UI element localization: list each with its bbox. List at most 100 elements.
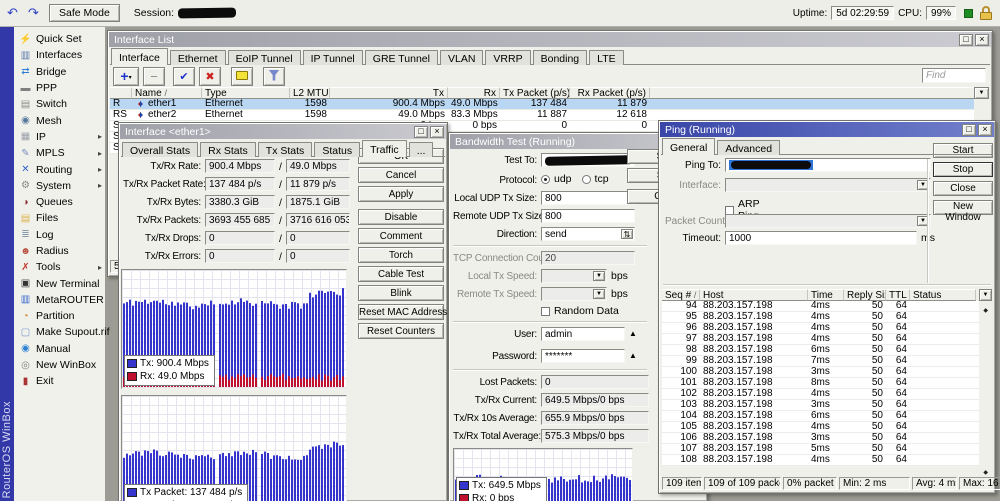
column-header-time[interactable]: Time <box>808 289 844 301</box>
ping-result-row[interactable]: 9688.203.157.1984ms5064 <box>662 323 979 334</box>
maximize-button[interactable]: □ <box>962 124 976 136</box>
direction-select[interactable]: send⇅ <box>541 227 635 241</box>
scroll-up-icon[interactable]: ◆ <box>983 307 988 314</box>
sidebar-item-log[interactable]: ≣ Log <box>14 227 105 243</box>
ether1-titlebar[interactable]: Interface <ether1> □ × <box>120 124 446 139</box>
interface-list-tab-gre-tunnel[interactable]: GRE Tunnel <box>365 50 438 65</box>
ping-result-row[interactable]: 10288.203.157.1984ms5064 <box>662 389 979 400</box>
local-tx-speed-select[interactable]: ▼ <box>541 269 607 283</box>
remote-tx-speed-select[interactable]: ▼ <box>541 287 607 301</box>
interface-list-tab-ip-tunnel[interactable]: IP Tunnel <box>303 50 363 65</box>
ether-tab-traffic[interactable]: Traffic <box>362 140 407 157</box>
sidebar-item-ppp[interactable]: ▬ PPP <box>14 80 105 96</box>
interface-list-tab-bonding[interactable]: Bonding <box>533 50 588 65</box>
ping-titlebar[interactable]: Ping (Running) □ × <box>660 122 994 137</box>
column-menu-button[interactable]: ▼ <box>979 289 992 301</box>
udp-radio[interactable] <box>541 175 550 184</box>
ping-result-row[interactable]: 10688.203.157.1983ms5064 <box>662 433 979 444</box>
ping-result-row[interactable]: 9788.203.157.1984ms5064 <box>662 334 979 345</box>
ping-tab-advanced[interactable]: Advanced <box>717 140 780 155</box>
ping-to-field[interactable] <box>725 158 931 172</box>
interface-list-tab-vlan[interactable]: VLAN <box>440 50 483 65</box>
scroll-down-icon[interactable]: ◆ <box>983 469 988 476</box>
chevron-down-icon[interactable]: ▼ <box>593 271 605 281</box>
remove-button[interactable]: − <box>143 67 165 86</box>
column-header-more[interactable] <box>110 87 132 99</box>
comment-button[interactable]: Comment <box>358 228 444 244</box>
up-arrow-icon[interactable]: ▲ <box>629 352 637 360</box>
column-menu-button[interactable]: ▼ <box>974 87 989 99</box>
add-button[interactable]: +▾ <box>113 67 139 86</box>
sidebar-item-exit[interactable]: ▮ Exit <box>14 373 105 389</box>
close-button[interactable]: Close <box>933 181 993 196</box>
close-button[interactable]: × <box>430 126 444 138</box>
new-window-button[interactable]: New Window <box>933 200 993 215</box>
ping-result-row[interactable]: 10488.203.157.1986ms5064 <box>662 411 979 422</box>
column-header-reply-size[interactable]: Reply Size <box>844 289 886 301</box>
sidebar-item-manual[interactable]: ◉ Manual <box>14 341 105 357</box>
sidebar-item-new-winbox[interactable]: ◎ New WinBox <box>14 357 105 373</box>
sidebar-item-mesh[interactable]: ◉ Mesh <box>14 112 105 128</box>
start-button[interactable]: Start <box>933 143 993 158</box>
sidebar-item-mpls[interactable]: ✎ MPLS ▸ <box>14 145 105 161</box>
sidebar-item-switch[interactable]: ▤ Switch <box>14 96 105 112</box>
interface-list-tab-lte[interactable]: LTE <box>589 50 623 65</box>
ether-tab-more[interactable]: ... <box>409 142 434 157</box>
column-header-rx-packet-p-s[interactable]: Rx Packet (p/s) <box>570 87 650 99</box>
up-arrow-icon[interactable]: ▲ <box>629 330 637 338</box>
sidebar-item-new-terminal[interactable]: ▣ New Terminal <box>14 275 105 291</box>
maximize-button[interactable]: □ <box>959 34 973 46</box>
find-input[interactable] <box>922 68 986 83</box>
ping-result-row[interactable]: 9488.203.157.1984ms5064 <box>662 301 979 312</box>
column-header-tx-packet-p-s[interactable]: Tx Packet (p/s) <box>500 87 570 99</box>
blink-button[interactable]: Blink <box>358 285 444 301</box>
disable-button[interactable]: Disable <box>358 209 444 225</box>
column-header-name[interactable]: Name / <box>132 87 202 99</box>
close-button[interactable]: × <box>978 124 992 136</box>
enable-button[interactable]: ✔ <box>173 67 195 86</box>
local-udp-size-field[interactable]: 800 <box>541 191 635 205</box>
ping-result-row[interactable]: 10588.203.157.1984ms5064 <box>662 422 979 433</box>
user-field[interactable]: admin <box>541 327 625 341</box>
ping-result-row[interactable]: 10388.203.157.1983ms5064 <box>662 400 979 411</box>
sidebar-item-quick-set[interactable]: ⚡ Quick Set <box>14 31 105 47</box>
ether-tab-status[interactable]: Status <box>314 142 360 157</box>
column-header-ttl[interactable]: TTL <box>886 289 910 301</box>
stop-button[interactable]: Stop <box>933 162 993 177</box>
sidebar-item-routing[interactable]: ✕ Routing ▸ <box>14 161 105 177</box>
column-header-l2-mtu[interactable]: L2 MTU <box>290 87 330 99</box>
sidebar-item-radius[interactable]: ☻ Radius <box>14 243 105 259</box>
ping-result-row[interactable]: 9988.203.157.1987ms5064 <box>662 356 979 367</box>
apply-button[interactable]: Apply <box>358 186 444 202</box>
password-field[interactable]: ******* <box>541 349 625 363</box>
ping-result-row[interactable]: 10888.203.157.1984ms5064 <box>662 455 979 466</box>
ether-tab-overall-stats[interactable]: Overall Stats <box>122 142 198 157</box>
spinner-icon[interactable]: ⇅ <box>621 229 633 239</box>
interface-list-tab-eoip-tunnel[interactable]: EoIP Tunnel <box>228 50 301 65</box>
sidebar-item-metarouter[interactable]: ▥ MetaROUTER <box>14 292 105 308</box>
safe-mode-button[interactable]: Safe Mode <box>49 4 120 22</box>
comment-button[interactable] <box>231 67 253 86</box>
torch-button[interactable]: Torch <box>358 247 444 263</box>
column-header-tx[interactable]: Tx <box>330 87 448 99</box>
sidebar-item-queues[interactable]: ◑ Queues <box>14 194 105 210</box>
ping-result-row[interactable]: 9888.203.157.1986ms5064 <box>662 345 979 356</box>
test-to-field[interactable] <box>541 153 635 167</box>
remote-udp-size-field[interactable]: 800 <box>541 209 635 223</box>
interface-list-tab-vrrp[interactable]: VRRP <box>485 50 530 65</box>
ping-result-row[interactable]: 10088.203.157.1983ms5064 <box>662 367 979 378</box>
interface-row[interactable]: Rether1Ethernet1598900.4 Mbps49.0 Mbps13… <box>110 99 974 110</box>
ping-result-row[interactable]: 10188.203.157.1988ms5064 <box>662 378 979 389</box>
interface-list-tab-ethernet[interactable]: Ethernet <box>170 50 226 65</box>
reset-mac-address-button[interactable]: Reset MAC Address <box>358 304 444 320</box>
sidebar-item-bridge[interactable]: ⇄ Bridge <box>14 64 105 80</box>
cable-test-button[interactable]: Cable Test <box>358 266 444 282</box>
disable-button[interactable]: ✖ <box>199 67 221 86</box>
cancel-button[interactable]: Cancel <box>358 167 444 183</box>
sidebar-item-system[interactable]: ⚙ System ▸ <box>14 178 105 194</box>
interface-select[interactable]: ▼ <box>725 178 931 192</box>
ping-result-row[interactable]: 10788.203.157.1985ms5064 <box>662 444 979 455</box>
maximize-button[interactable]: □ <box>414 126 428 138</box>
sidebar-item-ip[interactable]: ▦ IP ▸ <box>14 129 105 145</box>
ether-tab-tx-stats[interactable]: Tx Stats <box>258 142 313 157</box>
